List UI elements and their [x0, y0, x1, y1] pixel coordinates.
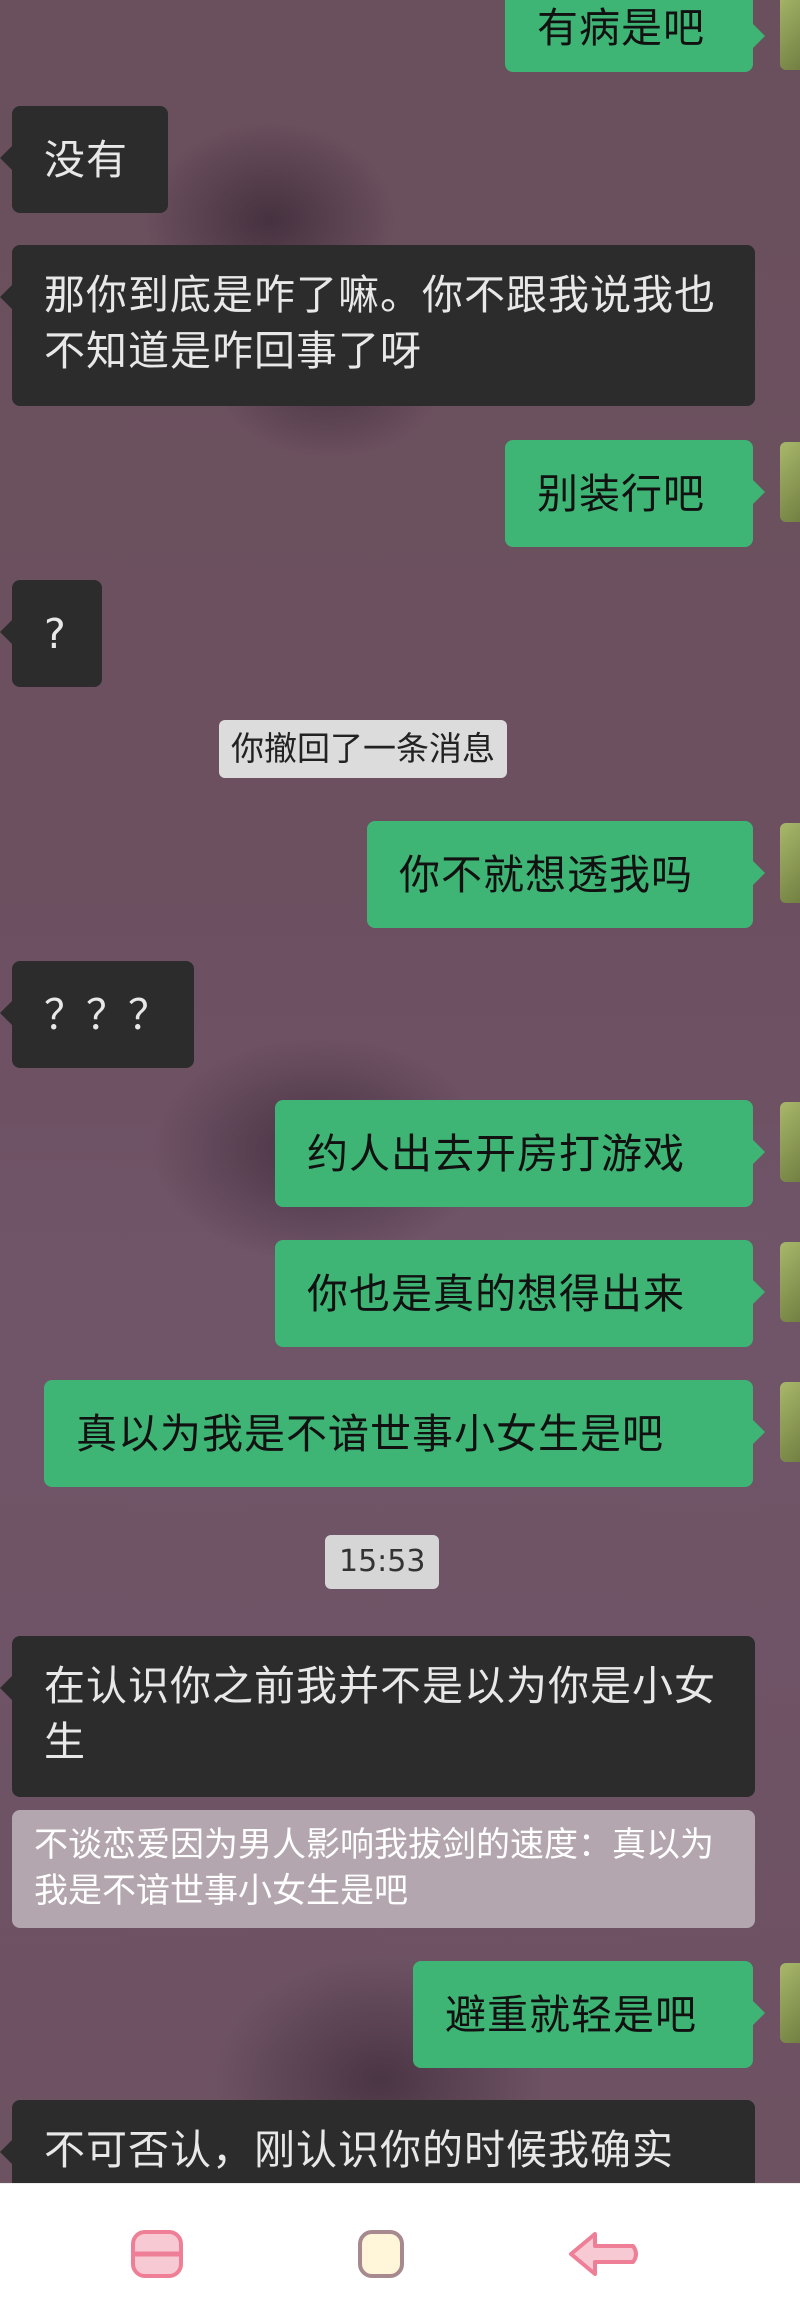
avatar[interactable]	[780, 442, 800, 522]
back-icon[interactable]	[565, 2224, 638, 2284]
home-icon[interactable]	[350, 2224, 420, 2284]
message-sent[interactable]: 有病是吧	[505, 0, 765, 72]
message-text: 真以为我是不谙世事小女生是吧	[76, 1409, 664, 1458]
message-text: 别装行吧	[537, 469, 705, 518]
message-sent[interactable]: 你不就想透我吗	[367, 821, 765, 928]
message-text: 避重就轻是吧	[445, 1990, 697, 2039]
avatar[interactable]	[780, 1382, 800, 1462]
message-text: 在认识你之前我并不是以为你是小女生	[44, 1662, 716, 1766]
avatar[interactable]	[780, 0, 800, 70]
message-received[interactable]: 那你到底是咋了嘛。你不跟我说我也不知道是咋回事了呀	[0, 245, 755, 406]
message-sent[interactable]: 避重就轻是吧	[413, 1961, 765, 2068]
avatar[interactable]	[780, 1102, 800, 1182]
quoted-message[interactable]: 不谈恋爱因为男人影响我拔剑的速度：真以为我是不谙世事小女生是吧	[12, 1810, 755, 1928]
timestamp: 15:53	[325, 1535, 440, 1589]
message-text: 你不就想透我吗	[399, 850, 693, 899]
message-received[interactable]: ？？？	[0, 961, 194, 1068]
message-text: 约人出去开房打游戏	[307, 1129, 685, 1178]
navigation-bar	[0, 2183, 800, 2315]
message-sent[interactable]: 约人出去开房打游戏	[275, 1100, 765, 1207]
recall-notice: 你撤回了一条消息	[219, 720, 507, 778]
chat-area[interactable]: 有病是吧 没有 那你到底是咋了嘛。你不跟我说我也不知道是咋回事了呀 别装行吧 ?…	[0, 0, 800, 2183]
message-received[interactable]: ?	[0, 580, 102, 687]
message-text: ？？？	[44, 990, 170, 1039]
message-text: 你也是真的想得出来	[307, 1269, 685, 1318]
message-received[interactable]: 没有	[0, 106, 168, 213]
message-received[interactable]: 在认识你之前我并不是以为你是小女生	[0, 1636, 755, 1797]
avatar[interactable]	[780, 1963, 800, 2043]
message-text: 那你到底是咋了嘛。你不跟我说我也不知道是咋回事了呀	[44, 271, 716, 375]
avatar[interactable]	[780, 1242, 800, 1322]
message-text: 不可否认，刚认识你的时候我确实	[44, 2126, 674, 2174]
menu-icon[interactable]	[125, 2224, 195, 2284]
message-sent[interactable]: 真以为我是不谙世事小女生是吧	[44, 1380, 765, 1487]
message-text: 没有	[44, 135, 128, 184]
message-text: ?	[44, 609, 67, 658]
message-sent[interactable]: 你也是真的想得出来	[275, 1240, 765, 1347]
avatar[interactable]	[780, 823, 800, 903]
message-text: 有病是吧	[537, 4, 705, 52]
message-received[interactable]: 不可否认，刚认识你的时候我确实	[0, 2100, 755, 2183]
quote-text: 不谈恋爱因为男人影响我拔剑的速度：真以为我是不谙世事小女生是吧	[34, 1825, 714, 1911]
message-sent[interactable]: 别装行吧	[505, 440, 765, 547]
